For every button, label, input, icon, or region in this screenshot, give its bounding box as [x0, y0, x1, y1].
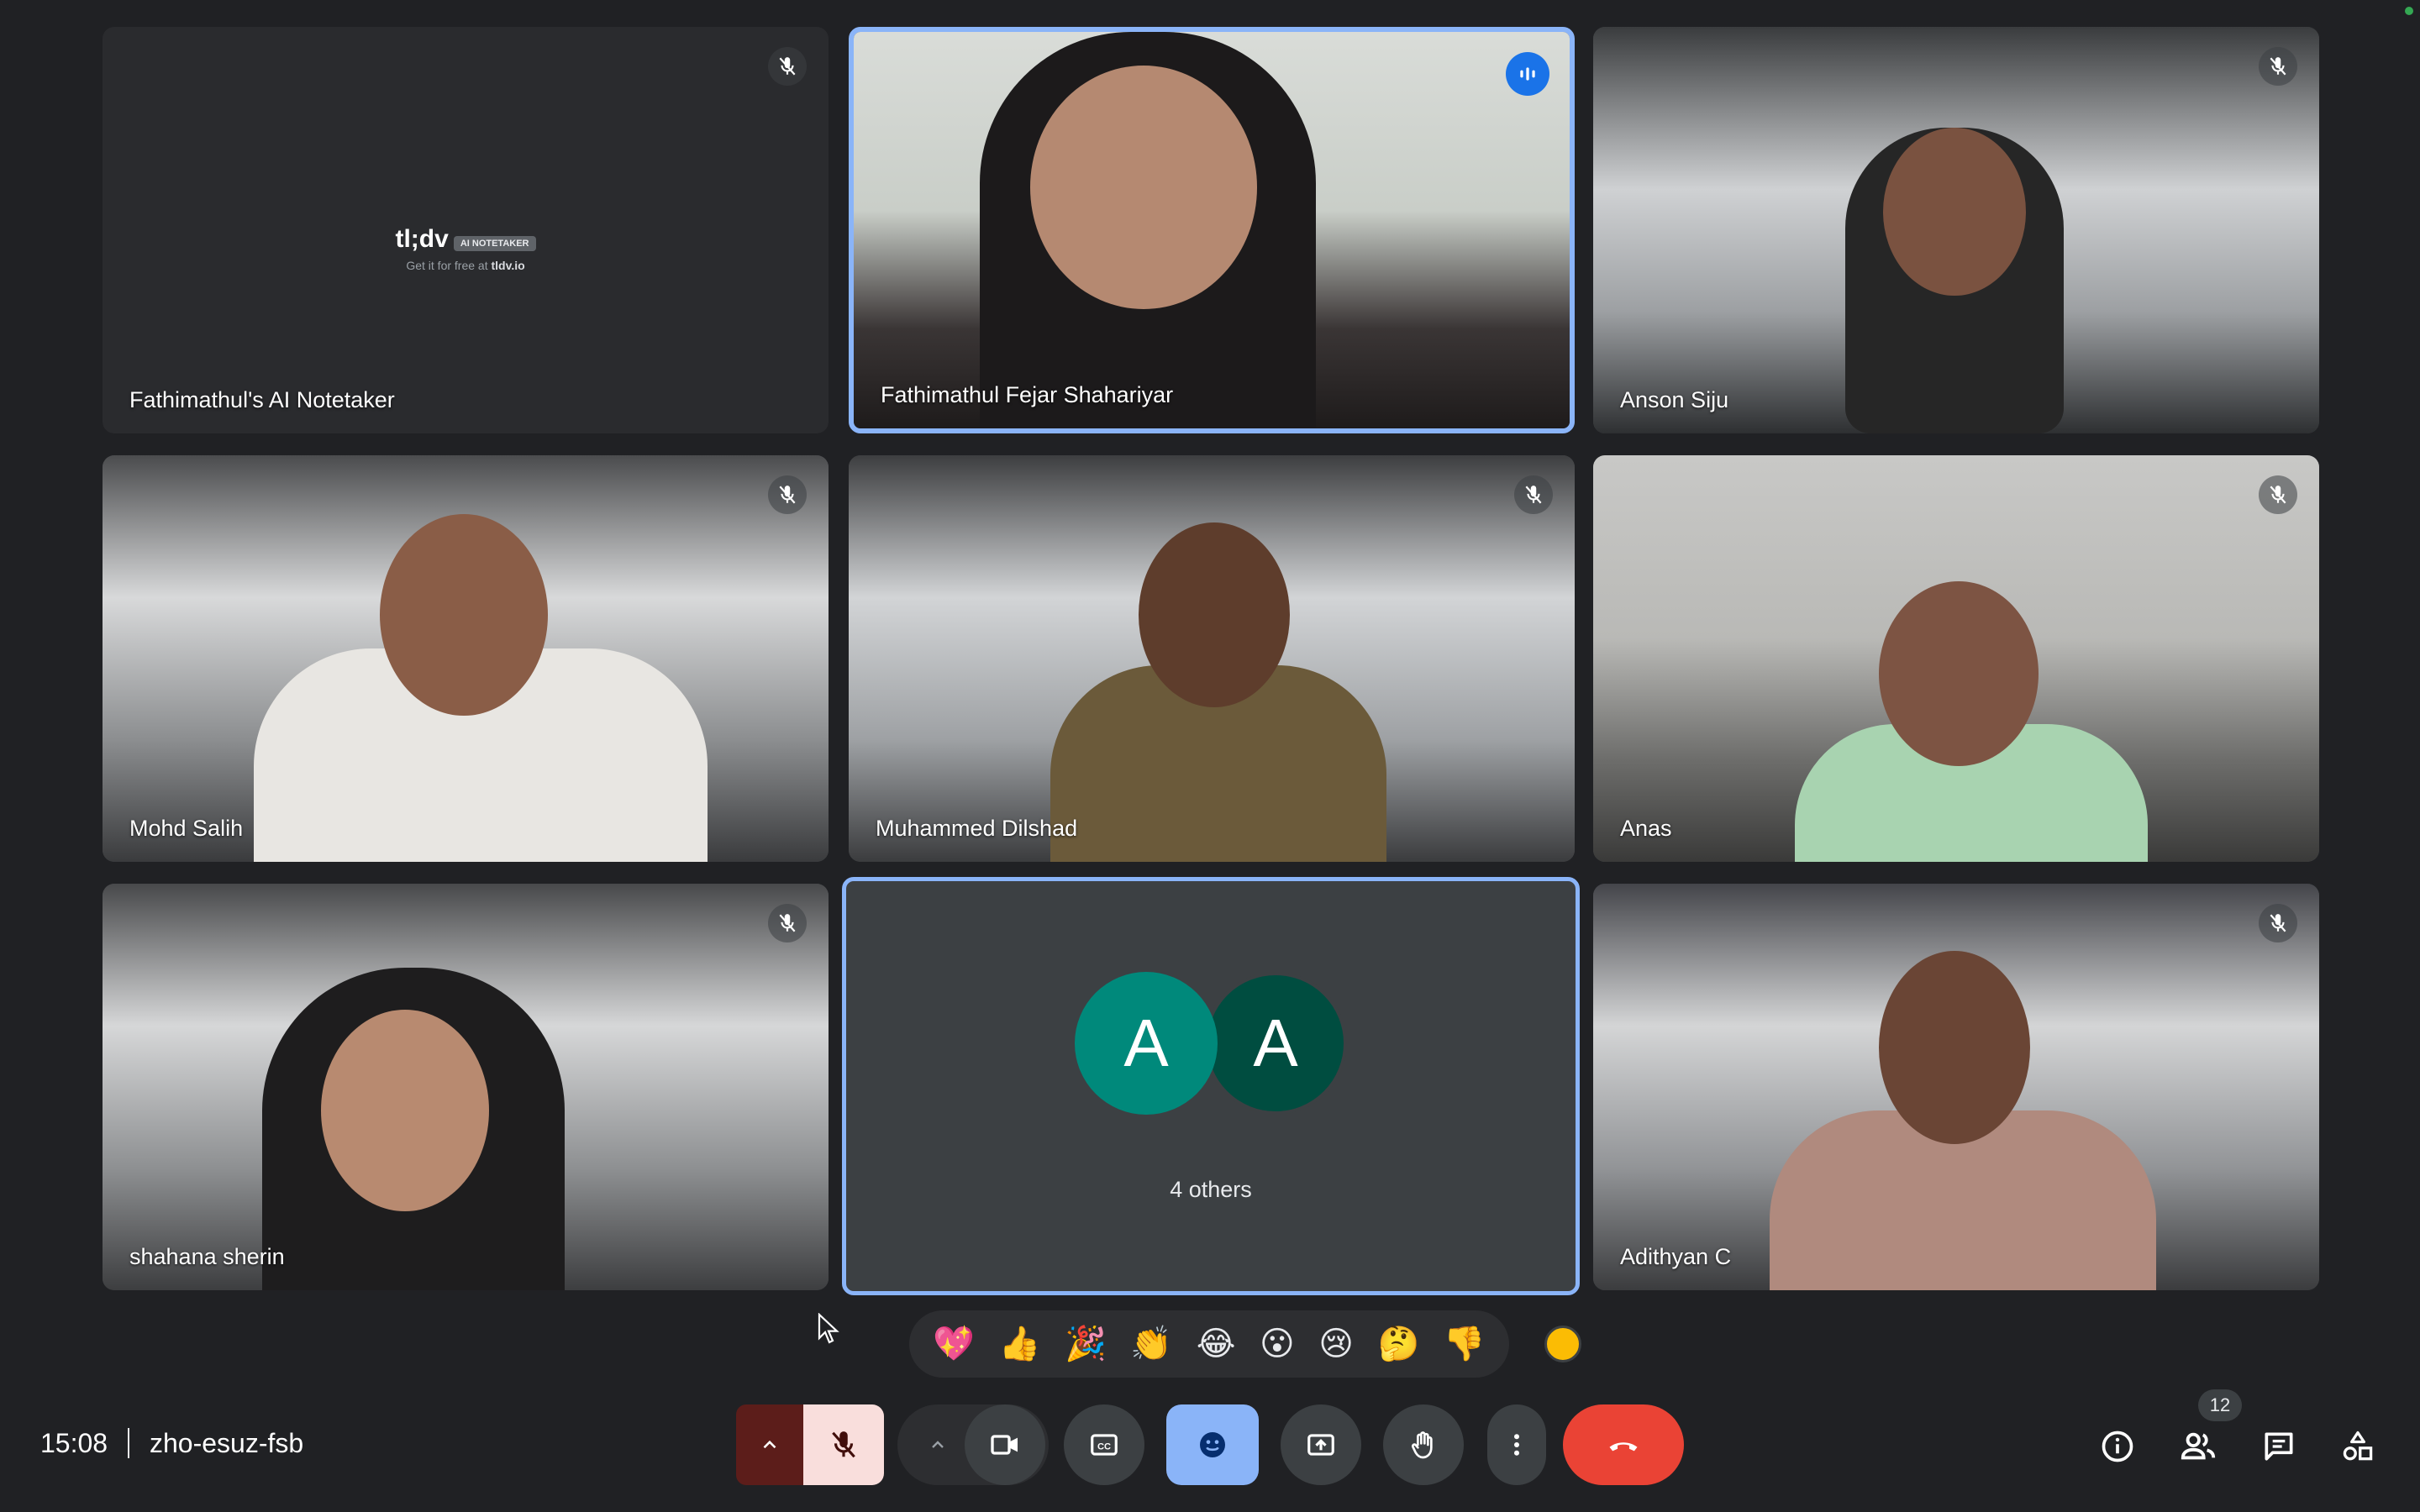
reaction-crying[interactable]: 😢 [1318, 1327, 1354, 1361]
reaction-thumbs-up[interactable]: 👍 [999, 1327, 1041, 1361]
mic-toggle-button[interactable] [803, 1404, 884, 1485]
mic-off-icon [768, 475, 807, 514]
info-icon [2102, 1431, 2133, 1462]
tldv-logo-title: tl;dv [395, 225, 449, 253]
mouse-cursor-icon [818, 1313, 839, 1344]
mic-off-icon [768, 904, 807, 942]
people-count-badge: 12 [2198, 1389, 2242, 1421]
participant-tile[interactable]: Anas [1593, 455, 2319, 862]
chevron-up-icon [763, 1440, 776, 1449]
camera-toggle-button[interactable] [965, 1404, 1045, 1485]
call-end-icon [1609, 1442, 1638, 1452]
participant-name: Mohd Salih [129, 816, 244, 841]
people-button[interactable] [2171, 1420, 2225, 1473]
mic-off-icon [768, 47, 807, 86]
participant-name: Anas [1620, 816, 1672, 841]
activities-button[interactable] [2331, 1420, 2385, 1473]
current-time: 15:08 [40, 1428, 108, 1458]
participant-name: Adithyan C [1620, 1244, 1732, 1269]
participant-tile[interactable]: Anson Siju [1593, 27, 2319, 433]
tldv-logo-tag: AI NOTETAKER [453, 235, 536, 251]
video-feed [1593, 455, 2319, 862]
reaction-tears-of-joy[interactable]: 😂 [1197, 1327, 1236, 1361]
speaking-indicator-icon [1506, 52, 1549, 96]
reactions-button[interactable] [1166, 1404, 1259, 1485]
tldv-logo-subtitle: Get it for free at tldv.io [406, 259, 525, 272]
video-feed [854, 32, 1570, 428]
participant-tile[interactable]: shahana sherin [103, 884, 829, 1290]
meeting-details-button[interactable] [2091, 1420, 2144, 1473]
divider [128, 1428, 129, 1458]
reaction-party-popper[interactable]: 🎉 [1065, 1327, 1107, 1361]
chevron-up-icon [932, 1441, 944, 1448]
raise-hand-button[interactable] [1383, 1404, 1464, 1485]
present-to-all-icon [1307, 1434, 1334, 1456]
svg-text:CC: CC [1097, 1442, 1111, 1452]
audio-options-button[interactable] [736, 1404, 803, 1485]
video-camera-icon [991, 1435, 1018, 1455]
reaction-thinking[interactable]: 🤔 [1378, 1327, 1420, 1361]
video-feed [103, 455, 829, 862]
meeting-code: zho-esuz-fsb [150, 1428, 304, 1458]
present-screen-button[interactable] [1281, 1404, 1361, 1485]
participant-tile[interactable]: Muhammed Dilshad [849, 455, 1575, 862]
others-count-label: 4 others [1170, 1177, 1252, 1202]
more-vert-icon [1514, 1434, 1519, 1456]
participant-tile-notetaker[interactable]: tl;dv AI NOTETAKER Get it for free at tld… [103, 27, 829, 433]
participant-name: Fathimathul Fejar Shahariyar [881, 382, 1174, 407]
avatar: A [1075, 972, 1218, 1115]
video-feed [1593, 884, 2319, 1290]
avatar: A [1204, 972, 1347, 1115]
mic-off-icon [2259, 47, 2297, 86]
reaction-sparkling-heart[interactable]: 💖 [933, 1327, 975, 1361]
captions-button[interactable]: CC [1064, 1404, 1144, 1485]
reaction-clapping-hands[interactable]: 👏 [1130, 1327, 1172, 1361]
chat-button[interactable] [2252, 1420, 2306, 1473]
mic-off-icon [2259, 475, 2297, 514]
chat-icon [2265, 1432, 2293, 1461]
participant-name: shahana sherin [129, 1244, 285, 1269]
closed-captions-icon: CC [1091, 1434, 1118, 1456]
skin-tone-selector[interactable] [1544, 1326, 1581, 1362]
participant-tile-active-speaker[interactable]: Fathimathul Fejar Shahariyar [849, 27, 1575, 433]
mic-off-icon [2259, 904, 2297, 942]
mic-off-icon [1514, 475, 1553, 514]
video-feed [849, 455, 1575, 862]
participant-tile-others[interactable]: A A 4 others [842, 877, 1580, 1295]
participant-name: Muhammed Dilshad [876, 816, 1078, 841]
mic-off-icon [832, 1431, 855, 1458]
video-feed [103, 884, 829, 1290]
participant-name: Anson Siju [1620, 387, 1729, 412]
reactions-bar: 💖 👍 🎉 👏 😂 😮 😢 🤔 👎 [909, 1310, 1509, 1378]
participant-tile[interactable]: Mohd Salih [103, 455, 829, 862]
reaction-surprised[interactable]: 😮 [1260, 1327, 1295, 1361]
leave-call-button[interactable] [1563, 1404, 1684, 1485]
participant-tile[interactable]: Adithyan C [1593, 884, 2319, 1290]
more-options-button[interactable] [1487, 1404, 1546, 1485]
others-avatar-group: A A [846, 972, 1576, 1115]
emoji-smile-icon [1200, 1432, 1225, 1457]
activities-shapes-icon [2343, 1431, 2373, 1461]
people-icon [2181, 1432, 2216, 1460]
participant-name: Fathimathul's AI Notetaker [129, 387, 395, 412]
reaction-thumbs-down[interactable]: 👎 [1444, 1327, 1486, 1361]
raise-hand-icon [1411, 1431, 1433, 1459]
video-feed [1593, 27, 2319, 433]
status-dot [2405, 7, 2413, 15]
tldv-logo: tl;dv AI NOTETAKER Get it for free at tld… [103, 225, 829, 272]
